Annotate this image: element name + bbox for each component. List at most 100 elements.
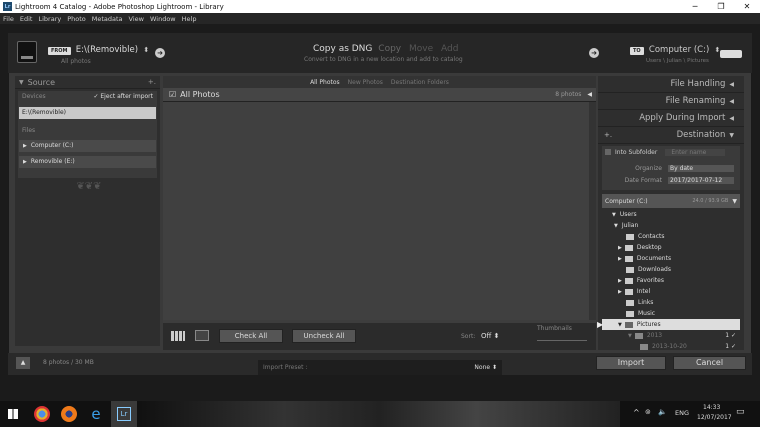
to-selector[interactable]: TO Computer (C:) ⬍ [630, 45, 720, 55]
tab-destination-folders[interactable]: Destination Folders [387, 79, 453, 86]
thumbnails-label: Thumbnails [537, 325, 572, 332]
tree-folder[interactable]: Music [602, 308, 740, 319]
photo-count: 8 photos [555, 91, 582, 98]
device-item-selected[interactable]: E:\(Removible) [19, 107, 156, 119]
menu-window[interactable]: Window [150, 15, 176, 23]
eject-label: Eject after import [100, 93, 153, 100]
edge-icon[interactable]: e [88, 406, 104, 422]
loupe-view-icon[interactable] [195, 330, 209, 341]
language-indicator[interactable]: ENG [675, 409, 689, 417]
from-chip: FROM [48, 47, 71, 55]
collapse-triangle-icon: ◀ [729, 114, 734, 122]
import-preset-select[interactable]: None ⬍ [474, 364, 497, 371]
cancel-button[interactable]: Cancel [673, 356, 746, 370]
tree-folder-year[interactable]: ▼ 2013 1 ✓ [602, 330, 740, 341]
tree-folder[interactable]: ▶ Documents [602, 253, 740, 264]
tab-new-photos[interactable]: New Photos [344, 79, 387, 86]
tree-folder[interactable]: Contacts [602, 231, 740, 242]
section-destination[interactable]: +. Destination ▼ [598, 127, 744, 144]
tree-folder[interactable]: Downloads [602, 264, 740, 275]
volume-name: Computer (C:) [605, 197, 648, 205]
date-count: 1 ✓ [725, 343, 736, 350]
tree-label: Intel [636, 288, 651, 295]
expand-up-icon[interactable]: ▲ [16, 357, 30, 369]
section-file-handling[interactable]: File Handling ◀ [598, 76, 744, 93]
volume-row[interactable]: Computer (C:) 24.0 / 93.9 GB ▼ [602, 194, 740, 208]
tree-label: Music [638, 310, 656, 317]
tree-folder[interactable]: ▶ Intel [602, 286, 740, 297]
tree-folder[interactable]: ▶ Desktop [602, 242, 740, 253]
file-item-removible[interactable]: ▶ Removible (E:) [19, 156, 156, 168]
select-all-checkbox[interactable]: ☑ [169, 90, 176, 99]
expand-triangle-icon: ▼ [612, 212, 616, 218]
tree-label: Links [638, 299, 654, 306]
date-format-select[interactable]: 2017/2017-07-12 [668, 176, 734, 184]
sort-label: Sort: [461, 333, 476, 340]
organize-label: Organize [635, 164, 662, 172]
clock-time[interactable]: 14:33 [703, 404, 720, 411]
file-item-label: Computer (C:) [30, 142, 74, 149]
menu-edit[interactable]: Edit [20, 15, 33, 23]
mode-copy-as-dng[interactable]: Copy as DNG [313, 44, 372, 54]
destination-add-button[interactable]: +. [604, 131, 612, 139]
eject-checkbox[interactable]: ✓ Eject after import [93, 91, 153, 103]
volume-icon[interactable]: 🔈 [658, 408, 667, 416]
source-header[interactable]: ▼ Source +. [15, 76, 160, 89]
panel-end-ornament-icon: ❦❦❦ [76, 181, 102, 192]
menu-library[interactable]: Library [38, 15, 61, 23]
chrome-icon[interactable] [34, 406, 50, 422]
file-item-computer[interactable]: ▶ Computer (C:) [19, 140, 156, 152]
grid-scrollbar[interactable] [589, 102, 596, 320]
mode-add[interactable]: Add [441, 44, 458, 54]
lightroom-task-button[interactable]: Lr [111, 401, 137, 427]
menu-metadata[interactable]: Metadata [92, 15, 123, 23]
network-icon[interactable]: ⊚ [645, 408, 651, 416]
date-format-label: Date Format [624, 176, 662, 184]
folder-icon [634, 332, 643, 339]
destination-options: Into Subfolder Enter name Organize By da… [602, 146, 740, 190]
tree-folder-date[interactable]: 2013-10-20 1 ✓ [602, 341, 740, 352]
windows-start-icon[interactable] [8, 409, 18, 419]
thumbnail-size-slider[interactable] [537, 340, 587, 341]
menu-view[interactable]: View [129, 15, 144, 23]
organize-select[interactable]: By date [668, 164, 734, 172]
tree-julian[interactable]: ▼ Julian [602, 220, 740, 231]
firefox-icon[interactable] [61, 406, 77, 422]
section-apply-during-import[interactable]: Apply During Import ◀ [598, 110, 744, 127]
tree-folder[interactable]: Links [602, 297, 740, 308]
check-all-button[interactable]: Check All [219, 329, 283, 343]
menu-help[interactable]: Help [182, 15, 197, 23]
tree-users[interactable]: ▼ Users [602, 209, 740, 220]
close-button[interactable]: ✕ [734, 0, 760, 13]
expand-triangle-icon: ▼ [614, 223, 618, 229]
subfolder-name-input[interactable]: Enter name [665, 148, 726, 156]
clock-date[interactable]: 12/07/2017 [697, 414, 732, 421]
mode-description: Convert to DNG in a new location and add… [304, 56, 463, 63]
from-selector[interactable]: FROM E:\(Removible) ⬍ [48, 45, 149, 55]
section-file-renaming[interactable]: File Renaming ◀ [598, 93, 744, 110]
tree-label: Favorites [636, 277, 664, 284]
tab-all-photos[interactable]: All Photos [306, 79, 344, 86]
source-add-button[interactable]: +. [148, 78, 156, 86]
organize-row: Organize By date [602, 162, 740, 174]
tree-folder[interactable]: ▶ Favorites [602, 275, 740, 286]
minimize-button[interactable]: ─ [682, 0, 708, 13]
menu-photo[interactable]: Photo [67, 15, 86, 23]
into-subfolder-label: Into Subfolder [615, 148, 658, 156]
grid-view-icon[interactable] [171, 331, 185, 341]
collapse-left-icon[interactable]: ◀ [587, 91, 592, 98]
import-button[interactable]: Import [596, 356, 666, 370]
maximize-button[interactable]: ❐ [708, 0, 734, 13]
mode-move[interactable]: Move [409, 44, 433, 54]
sort-select[interactable]: Off ⬍ [481, 332, 499, 340]
volume-space: 24.0 / 93.9 GB [692, 198, 729, 204]
mode-copy[interactable]: Copy [378, 44, 401, 54]
into-subfolder-checkbox[interactable] [605, 149, 611, 155]
tree-pictures-selected[interactable]: ▼ Pictures [602, 319, 740, 330]
import-preset[interactable]: Import Preset : None ⬍ [258, 360, 502, 375]
tree-label: 2013 [646, 332, 663, 339]
notifications-icon[interactable]: ▭ [736, 407, 745, 417]
tray-chevron-icon[interactable]: ^ [633, 408, 640, 417]
uncheck-all-button[interactable]: Uncheck All [292, 329, 356, 343]
menu-file[interactable]: File [3, 15, 14, 23]
